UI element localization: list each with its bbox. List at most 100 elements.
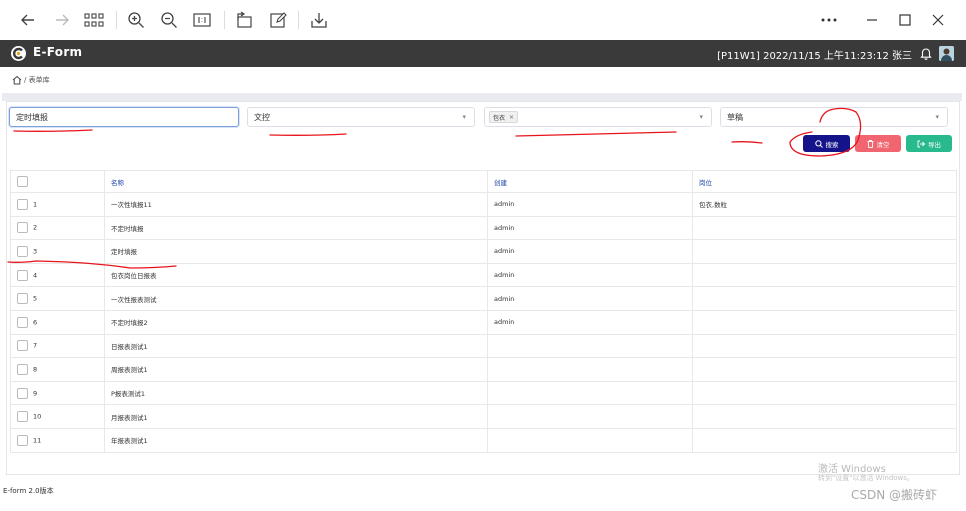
actual-size-icon[interactable] <box>190 8 214 32</box>
tag-remove-icon[interactable]: × <box>509 114 514 121</box>
close-icon[interactable] <box>926 8 950 32</box>
row-checkbox[interactable] <box>17 387 28 399</box>
type-filter-value: 文控 <box>254 112 270 122</box>
trash-icon <box>867 139 873 148</box>
home-icon[interactable] <box>12 75 22 85</box>
minimize-icon[interactable] <box>860 8 884 32</box>
row-select-cell: 9 <box>10 380 105 406</box>
row-creator <box>487 380 693 406</box>
table-header-row: 名称 创建 岗位 <box>10 170 957 193</box>
row-number: 3 <box>33 247 38 256</box>
chevron-down-icon: ▾ <box>935 113 939 121</box>
export-button[interactable]: 导出 <box>906 135 952 152</box>
back-icon[interactable] <box>16 8 40 32</box>
row-post <box>692 333 957 359</box>
export-icon <box>917 140 925 147</box>
search-icon <box>814 139 823 148</box>
bell-icon[interactable] <box>919 46 933 60</box>
row-name[interactable]: 定时填报 <box>104 239 488 264</box>
row-select-cell: 7 <box>10 333 105 359</box>
avatar[interactable] <box>939 46 954 61</box>
table-row[interactable]: 8 周报表测试1 <box>10 357 957 382</box>
clear-button[interactable]: 清空 <box>855 135 901 152</box>
table-row[interactable]: 9 P报表测试1 <box>10 380 957 406</box>
row-post <box>692 380 957 406</box>
grid-icon[interactable] <box>82 8 106 32</box>
row-number: 2 <box>33 223 38 232</box>
zoom-in-icon[interactable] <box>124 8 148 32</box>
download-icon[interactable] <box>307 8 331 32</box>
name-filter-input[interactable]: 定时填报 <box>9 107 239 127</box>
position-tag: 包衣 × <box>489 111 519 123</box>
row-name[interactable]: 一次性填报11 <box>104 192 488 217</box>
table-row[interactable]: 1 一次性填报11 admin 包衣,数粒 <box>10 192 957 217</box>
table-row[interactable]: 10 月报表测试1 <box>10 404 957 429</box>
row-name[interactable]: 包衣岗位日报表 <box>104 262 488 288</box>
search-button[interactable]: 搜索 <box>803 135 850 152</box>
row-name[interactable]: 一次性报表测试 <box>104 286 488 311</box>
row-number: 9 <box>33 389 38 398</box>
row-checkbox[interactable] <box>17 293 28 305</box>
breadcrumb-path[interactable]: / 表单库 <box>24 75 50 85</box>
column-header-creator[interactable]: 创建 <box>487 170 693 193</box>
row-post <box>692 404 957 429</box>
row-number: 7 <box>33 341 38 350</box>
row-checkbox[interactable] <box>17 340 28 352</box>
edit-icon[interactable] <box>266 8 290 32</box>
row-checkbox[interactable] <box>17 269 28 281</box>
row-checkbox[interactable] <box>17 316 28 328</box>
type-filter-select[interactable]: 文控 ▾ <box>247 107 475 127</box>
table-row[interactable]: 5 一次性报表测试 admin <box>10 286 957 311</box>
row-checkbox[interactable] <box>17 198 28 210</box>
row-creator: admin <box>487 239 693 264</box>
table-row[interactable]: 11 年报表测试1 <box>10 427 957 453</box>
maximize-icon[interactable] <box>893 8 917 32</box>
zoom-out-icon[interactable] <box>157 8 181 32</box>
row-checkbox[interactable] <box>17 411 28 423</box>
position-filter-select[interactable]: 包衣 × ▾ <box>484 107 712 127</box>
column-header-post[interactable]: 岗位 <box>692 170 957 193</box>
row-select-cell: 3 <box>10 239 105 264</box>
forward-icon[interactable] <box>50 8 74 32</box>
row-name[interactable]: P报表测试1 <box>104 380 488 406</box>
row-select-cell: 2 <box>10 215 105 241</box>
row-checkbox[interactable] <box>17 222 28 234</box>
table-row[interactable]: 6 不定时填报2 admin <box>10 309 957 335</box>
rotate-icon[interactable] <box>232 8 256 32</box>
user-info: [P11W1] 2022/11/15 上午11:23:12 张三 <box>717 51 912 62</box>
row-name[interactable]: 月报表测试1 <box>104 404 488 429</box>
row-post <box>692 357 957 382</box>
row-post: 包衣,数粒 <box>692 192 957 217</box>
version-label: E-form 2.0版本 <box>3 487 54 495</box>
row-select-cell: 10 <box>10 404 105 429</box>
row-checkbox[interactable] <box>17 434 28 446</box>
chevron-down-icon: ▾ <box>462 113 466 121</box>
table-row[interactable]: 7 日报表测试1 <box>10 333 957 359</box>
logo-icon <box>10 45 27 62</box>
table-row[interactable]: 3 定时填报 admin <box>10 239 957 264</box>
table-row[interactable]: 4 包衣岗位日报表 admin <box>10 262 957 288</box>
row-select-cell: 8 <box>10 357 105 382</box>
row-name[interactable]: 不定时填报2 <box>104 309 488 335</box>
row-checkbox[interactable] <box>17 245 28 257</box>
row-name[interactable]: 日报表测试1 <box>104 333 488 359</box>
row-name[interactable]: 不定时填报 <box>104 215 488 241</box>
row-name[interactable]: 周报表测试1 <box>104 357 488 382</box>
row-creator <box>487 333 693 359</box>
row-name[interactable]: 年报表测试1 <box>104 427 488 453</box>
row-creator: admin <box>487 215 693 241</box>
more-icon[interactable] <box>817 8 841 32</box>
select-all-checkbox[interactable] <box>17 176 28 187</box>
row-select-cell: 4 <box>10 262 105 288</box>
status-filter-select[interactable]: 草稿 ▾ <box>720 107 948 127</box>
row-checkbox[interactable] <box>17 363 28 375</box>
viewer-toolbar <box>0 0 966 40</box>
row-number: 1 <box>33 200 38 209</box>
row-creator: admin <box>487 192 693 217</box>
content-divider <box>2 93 962 101</box>
csdn-watermark: CSDN @搬砖虾 <box>851 488 938 502</box>
table-row[interactable]: 2 不定时填报 admin <box>10 215 957 241</box>
row-number: 5 <box>33 294 38 303</box>
search-button-label: 搜索 <box>825 140 839 149</box>
column-header-name[interactable]: 名称 <box>104 170 488 193</box>
